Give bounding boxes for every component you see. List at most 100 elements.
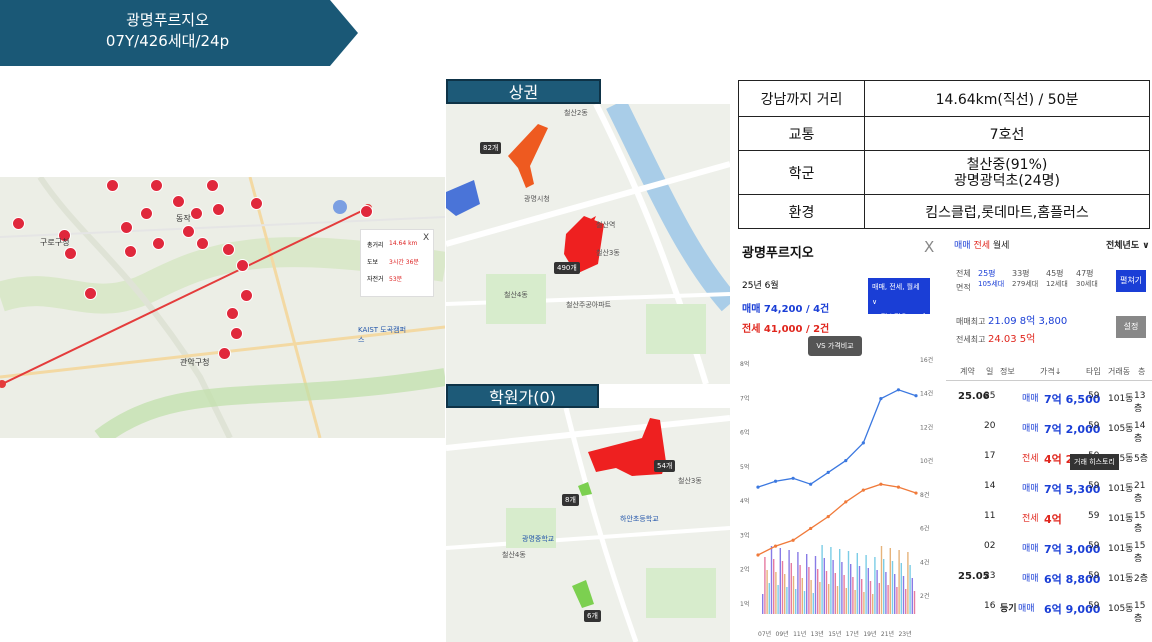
volume-bar (872, 594, 874, 614)
deal-row[interactable]: 25.05 23 매매 6억 8,800 59 101동 2층 (946, 562, 1152, 590)
deal-row[interactable]: 14 매매 7억 5,300 59 101동 21층 (946, 472, 1152, 504)
deal-floor: 15층 (1134, 511, 1146, 534)
deal-row[interactable]: 17전세4억 2,00059105동5층 (946, 442, 1152, 470)
size-option[interactable]: 45평 12세대 (1046, 268, 1068, 289)
volume-bar (880, 546, 883, 614)
size-option[interactable]: 33평 279세대 (1012, 268, 1038, 289)
volume-bar (777, 585, 779, 614)
deal-row[interactable]: 02 매매 7억 3,000 59 101동 15층 (946, 532, 1152, 564)
price-point (861, 441, 865, 445)
col-price[interactable]: 가격↓ (1040, 366, 1061, 377)
map-marker[interactable] (196, 237, 209, 250)
map-marker[interactable] (218, 347, 231, 360)
deal-kind: 매매 (1022, 574, 1039, 584)
map-marker[interactable] (206, 179, 219, 192)
map-marker[interactable] (226, 307, 239, 320)
deal-row[interactable]: 20 매매 7억 2,000 59 105동 14층 (946, 412, 1152, 444)
map-marker[interactable] (64, 247, 77, 260)
size-option-py: 45평 (1046, 269, 1064, 278)
deal-type-filter[interactable]: 매매, 전세, 월세 ∨ 25평 | 전용 59㎡ (868, 278, 930, 321)
panel-jeonse-summary: 전세 41,000 / 2건 (742, 324, 830, 335)
map-label: 철산역 (596, 221, 616, 229)
size-option[interactable]: 47평 30세대 (1076, 268, 1098, 289)
year-filter[interactable]: 전체년도 ∨ (1106, 238, 1150, 251)
map-marker[interactable] (240, 289, 253, 302)
panel-close-button[interactable]: X (924, 238, 934, 256)
volume-bar (821, 545, 823, 614)
price-point (896, 485, 901, 489)
deal-floor: 21층 (1134, 481, 1146, 504)
popup-close-button[interactable]: X (423, 233, 429, 243)
map-marker[interactable] (124, 245, 137, 258)
deal-day: 16 (984, 601, 996, 611)
volume-bar (786, 587, 788, 614)
tab-jeonse[interactable]: 전세 (973, 241, 990, 251)
map-marker[interactable] (190, 207, 203, 220)
tab-monthly[interactable]: 월세 (993, 241, 1010, 251)
map-marker[interactable] (212, 203, 225, 216)
volume-bar (836, 586, 839, 614)
price-point (773, 479, 778, 483)
price-point (791, 476, 795, 480)
deal-kind: 전세 (1022, 454, 1039, 464)
popup-label: 총거리 (367, 242, 384, 249)
size-option-py: 25평 (978, 269, 996, 278)
size-option-units: 279세대 (1012, 280, 1039, 288)
expand-button[interactable]: 펼쳐기 (1116, 270, 1146, 292)
x-tick: 19년 (863, 630, 876, 638)
map-marker[interactable] (150, 179, 163, 192)
tab-sale[interactable]: 매매 (954, 241, 971, 251)
col-floor: 층 (1138, 367, 1146, 376)
popup-value: 3시간 36분 (389, 259, 419, 266)
deal-row[interactable]: 25.06 25 매매 7억 6,500 59 101동 13층 (946, 382, 1152, 414)
info-row: 강남까지 거리 14.64km(직선) / 50분 (738, 80, 1150, 117)
map-marker[interactable] (106, 179, 119, 192)
map-marker[interactable] (120, 221, 133, 234)
route-map[interactable]: 구로구청 동작 관악구청 KAIST 도곡캠퍼스 X 총거리 14.64 km … (0, 177, 445, 438)
map-marker[interactable] (222, 243, 235, 256)
deal-row[interactable]: 11 전세 4억 59 101동 15층 (946, 502, 1152, 534)
map-marker[interactable] (182, 225, 195, 238)
y-left-tick: 1억 (740, 600, 749, 608)
price-point (756, 485, 760, 489)
info-row: 환경 킴스클럽,롯데마트,홈플러스 (738, 194, 1150, 229)
map-marker[interactable] (236, 259, 249, 272)
map-marker[interactable] (172, 195, 185, 208)
deal-dong: 105동 (1108, 424, 1134, 434)
jeonse-high-label: 전세최고 (956, 335, 986, 344)
size-option[interactable]: 25평 105세대 (978, 268, 1004, 289)
commercial-count-badge: 490개 (554, 262, 580, 274)
map-marker[interactable] (152, 237, 165, 250)
map-marker[interactable] (360, 205, 373, 218)
x-tick: 23년 (898, 630, 911, 638)
map-marker[interactable] (250, 197, 263, 210)
route-map-graphic (0, 177, 445, 438)
x-tick: 13년 (811, 630, 824, 638)
academy-map[interactable]: 54개 8개 6개 철산3동 철산4동 광명중학교 하안초등학교 (446, 408, 730, 642)
x-tick: 07년 (758, 630, 771, 638)
volume-bar (909, 565, 911, 614)
map-label: 동작 (176, 214, 191, 223)
volume-bar (878, 583, 880, 614)
commercial-map[interactable]: 82개 490개 철산2동 철산3동 철산4동 철산역 광명시청 철산주공아파트 (446, 104, 730, 384)
volume-bar (814, 556, 817, 614)
volume-bar (801, 578, 803, 614)
deal-row[interactable]: 16 매매 6억 9,000 59 105동 15층 등기 (946, 592, 1152, 624)
deal-day: 17 (984, 451, 996, 461)
volume-bar (902, 576, 905, 614)
volume-bar (808, 567, 810, 614)
map-marker[interactable] (84, 287, 97, 300)
volume-bar (911, 578, 913, 614)
map-marker[interactable] (230, 327, 243, 340)
deal-day: 25 (984, 391, 996, 401)
volume-bar (841, 562, 843, 614)
y-right-tick: 16건 (920, 356, 933, 364)
volume-bar (830, 547, 832, 614)
settings-button[interactable]: 설정 (1116, 316, 1146, 338)
deal-type: 59 (1088, 481, 1100, 491)
map-marker[interactable] (12, 217, 25, 230)
info-row: 교통 7호선 (738, 116, 1150, 151)
popup-row: 총거리 14.64 km (367, 240, 423, 249)
volume-bar (781, 561, 784, 614)
map-marker[interactable] (140, 207, 153, 220)
